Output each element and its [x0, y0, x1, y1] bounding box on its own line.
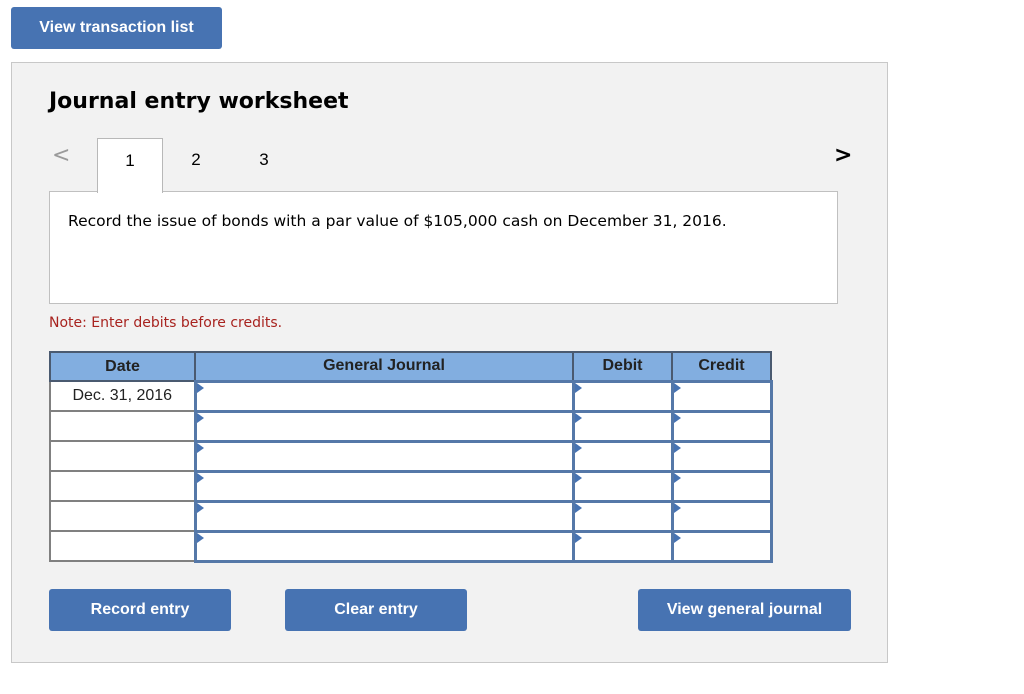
account-cell	[193, 469, 575, 503]
account-cell	[193, 499, 575, 533]
date-cell[interactable]: Dec. 31, 2016	[49, 380, 196, 412]
record-entry-button[interactable]: Record entry	[49, 589, 231, 631]
credit-cell	[670, 469, 773, 503]
debit-cell	[571, 469, 674, 503]
account-input[interactable]	[196, 414, 572, 438]
date-cell[interactable]	[49, 410, 196, 442]
debit-input[interactable]	[574, 504, 671, 528]
debit-cell	[571, 529, 674, 563]
account-input[interactable]	[196, 534, 572, 558]
credit-input[interactable]	[673, 504, 770, 528]
table-row	[49, 529, 773, 563]
date-cell[interactable]	[49, 440, 196, 472]
header-general-journal: General Journal	[194, 351, 574, 382]
table-row: Dec. 31, 2016	[49, 379, 773, 413]
debit-input[interactable]	[574, 414, 671, 438]
debit-input[interactable]	[574, 384, 671, 408]
transaction-description-box: Record the issue of bonds with a par val…	[49, 191, 838, 304]
worksheet-title: Journal entry worksheet	[49, 89, 349, 114]
tab-3[interactable]: 3	[231, 138, 297, 192]
credit-cell	[670, 499, 773, 533]
clear-entry-button[interactable]: Clear entry	[285, 589, 467, 631]
table-row	[49, 469, 773, 503]
header-credit: Credit	[671, 351, 772, 382]
account-input[interactable]	[196, 504, 572, 528]
table-row	[49, 409, 773, 443]
debit-cell	[571, 379, 674, 413]
debit-input[interactable]	[574, 534, 671, 558]
account-cell	[193, 409, 575, 443]
note-text: Note: Enter debits before credits.	[49, 315, 283, 331]
debit-cell	[571, 499, 674, 533]
transaction-description: Record the issue of bonds with a par val…	[68, 212, 727, 230]
table-row	[49, 499, 773, 533]
debit-input[interactable]	[574, 474, 671, 498]
date-cell[interactable]	[49, 500, 196, 532]
date-cell[interactable]	[49, 530, 196, 562]
journal-entry-worksheet-panel: Journal entry worksheet < 1 2 3 > Record…	[11, 62, 888, 663]
journal-table: Date General Journal Debit Credit Dec. 3…	[49, 351, 773, 563]
credit-input[interactable]	[673, 444, 770, 468]
view-general-journal-button[interactable]: View general journal	[638, 589, 851, 631]
credit-cell	[670, 409, 773, 443]
table-row	[49, 439, 773, 473]
date-cell[interactable]	[49, 470, 196, 502]
credit-input[interactable]	[673, 384, 770, 408]
view-transaction-list-button[interactable]: View transaction list	[11, 7, 222, 49]
account-cell	[193, 379, 575, 413]
chevron-left-icon[interactable]: <	[52, 143, 70, 168]
credit-cell	[670, 439, 773, 473]
debit-input[interactable]	[574, 444, 671, 468]
debit-cell	[571, 439, 674, 473]
account-input[interactable]	[196, 384, 572, 408]
credit-cell	[670, 379, 773, 413]
account-input[interactable]	[196, 444, 572, 468]
credit-input[interactable]	[673, 474, 770, 498]
header-date: Date	[49, 351, 196, 382]
tab-2[interactable]: 2	[163, 138, 229, 192]
account-cell	[193, 529, 575, 563]
credit-input[interactable]	[673, 534, 770, 558]
account-cell	[193, 439, 575, 473]
table-header-row: Date General Journal Debit Credit	[49, 351, 772, 382]
tab-1[interactable]: 1	[97, 138, 163, 193]
credit-cell	[670, 529, 773, 563]
debit-cell	[571, 409, 674, 443]
account-input[interactable]	[196, 474, 572, 498]
header-debit: Debit	[572, 351, 673, 382]
credit-input[interactable]	[673, 414, 770, 438]
chevron-right-icon[interactable]: >	[834, 143, 852, 168]
